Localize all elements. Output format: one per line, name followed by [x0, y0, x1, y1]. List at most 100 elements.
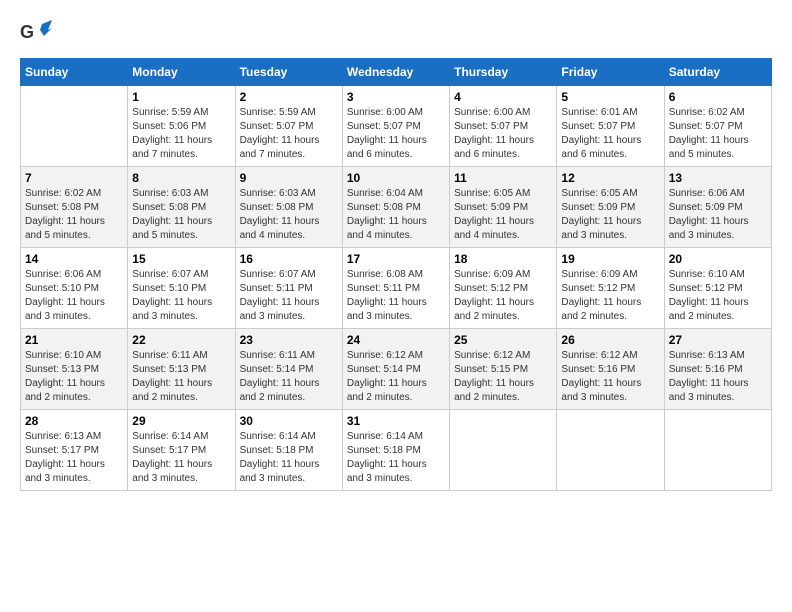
day-info: Sunrise: 6:09 AMSunset: 5:12 PMDaylight:… — [454, 268, 552, 324]
calendar-cell — [557, 410, 664, 491]
day-number: 2 — [240, 90, 338, 104]
day-number: 22 — [132, 333, 230, 347]
day-info: Sunrise: 6:06 AMSunset: 5:09 PMDaylight:… — [669, 187, 767, 243]
calendar-cell: 18 Sunrise: 6:09 AMSunset: 5:12 PMDayligh… — [450, 248, 557, 329]
day-info: Sunrise: 6:05 AMSunset: 5:09 PMDaylight:… — [561, 187, 659, 243]
day-info: Sunrise: 5:59 AMSunset: 5:06 PMDaylight:… — [132, 106, 230, 162]
day-number: 29 — [132, 414, 230, 428]
calendar-cell: 7 Sunrise: 6:02 AMSunset: 5:08 PMDaylight… — [21, 167, 128, 248]
day-info: Sunrise: 6:13 AMSunset: 5:17 PMDaylight:… — [25, 430, 123, 486]
day-number: 13 — [669, 171, 767, 185]
day-info: Sunrise: 6:06 AMSunset: 5:10 PMDaylight:… — [25, 268, 123, 324]
day-info: Sunrise: 6:08 AMSunset: 5:11 PMDaylight:… — [347, 268, 445, 324]
day-number: 8 — [132, 171, 230, 185]
day-number: 11 — [454, 171, 552, 185]
day-info: Sunrise: 6:02 AMSunset: 5:08 PMDaylight:… — [25, 187, 123, 243]
day-info: Sunrise: 6:10 AMSunset: 5:12 PMDaylight:… — [669, 268, 767, 324]
calendar-cell: 30Sunrise: 6:14 AMSunset: 5:18 PMDayligh… — [235, 410, 342, 491]
calendar-cell: 14Sunrise: 6:06 AMSunset: 5:10 PMDayligh… — [21, 248, 128, 329]
day-number: 20 — [669, 252, 767, 266]
calendar-cell: 22 Sunrise: 6:11 AMSunset: 5:13 PMDayligh… — [128, 329, 235, 410]
day-number: 27 — [669, 333, 767, 347]
day-number: 9 — [240, 171, 338, 185]
svg-text:G: G — [20, 22, 34, 42]
day-info: Sunrise: 6:02 AMSunset: 5:07 PMDaylight:… — [669, 106, 767, 162]
day-number: 25 — [454, 333, 552, 347]
calendar-cell: 5 Sunrise: 6:01 AMSunset: 5:07 PMDaylight… — [557, 86, 664, 167]
logo: G — [20, 20, 56, 48]
calendar-cell: 9 Sunrise: 6:03 AMSunset: 5:08 PMDaylight… — [235, 167, 342, 248]
calendar-cell: 10 Sunrise: 6:04 AMSunset: 5:08 PMDayligh… — [342, 167, 449, 248]
weekday-header: Wednesday — [342, 59, 449, 86]
calendar-cell: 20 Sunrise: 6:10 AMSunset: 5:12 PMDayligh… — [664, 248, 771, 329]
day-info: Sunrise: 6:04 AMSunset: 5:08 PMDaylight:… — [347, 187, 445, 243]
day-number: 24 — [347, 333, 445, 347]
calendar-cell: 17 Sunrise: 6:08 AMSunset: 5:11 PMDayligh… — [342, 248, 449, 329]
calendar-week-row: 14Sunrise: 6:06 AMSunset: 5:10 PMDayligh… — [21, 248, 772, 329]
calendar-cell: 6 Sunrise: 6:02 AMSunset: 5:07 PMDaylight… — [664, 86, 771, 167]
calendar-cell: 12Sunrise: 6:05 AMSunset: 5:09 PMDayligh… — [557, 167, 664, 248]
calendar-cell: 16 Sunrise: 6:07 AMSunset: 5:11 PMDayligh… — [235, 248, 342, 329]
day-number: 28 — [25, 414, 123, 428]
day-number: 3 — [347, 90, 445, 104]
day-info: Sunrise: 6:14 AMSunset: 5:18 PMDaylight:… — [347, 430, 445, 486]
calendar-week-row: 1 Sunrise: 5:59 AMSunset: 5:06 PMDaylight… — [21, 86, 772, 167]
day-number: 5 — [561, 90, 659, 104]
day-info: Sunrise: 6:10 AMSunset: 5:13 PMDaylight:… — [25, 349, 123, 405]
calendar-cell: 21Sunrise: 6:10 AMSunset: 5:13 PMDayligh… — [21, 329, 128, 410]
calendar-cell: 31 Sunrise: 6:14 AMSunset: 5:18 PMDayligh… — [342, 410, 449, 491]
day-info: Sunrise: 6:12 AMSunset: 5:15 PMDaylight:… — [454, 349, 552, 405]
calendar-cell: 24 Sunrise: 6:12 AMSunset: 5:14 PMDayligh… — [342, 329, 449, 410]
day-info: Sunrise: 6:12 AMSunset: 5:14 PMDaylight:… — [347, 349, 445, 405]
day-number: 7 — [25, 171, 123, 185]
calendar-cell: 26 Sunrise: 6:12 AMSunset: 5:16 PMDayligh… — [557, 329, 664, 410]
day-number: 30 — [240, 414, 338, 428]
day-info: Sunrise: 6:13 AMSunset: 5:16 PMDaylight:… — [669, 349, 767, 405]
day-info: Sunrise: 6:03 AMSunset: 5:08 PMDaylight:… — [240, 187, 338, 243]
day-number: 18 — [454, 252, 552, 266]
calendar-cell: 27 Sunrise: 6:13 AMSunset: 5:16 PMDayligh… — [664, 329, 771, 410]
day-info: Sunrise: 6:07 AMSunset: 5:11 PMDaylight:… — [240, 268, 338, 324]
day-info: Sunrise: 6:11 AMSunset: 5:13 PMDaylight:… — [132, 349, 230, 405]
day-number: 26 — [561, 333, 659, 347]
weekday-header: Friday — [557, 59, 664, 86]
calendar-cell: 3Sunrise: 6:00 AMSunset: 5:07 PMDaylight… — [342, 86, 449, 167]
weekday-header: Tuesday — [235, 59, 342, 86]
calendar-header-row: SundayMondayTuesdayWednesdayThursdayFrid… — [21, 59, 772, 86]
day-number: 4 — [454, 90, 552, 104]
calendar-cell: 13 Sunrise: 6:06 AMSunset: 5:09 PMDayligh… — [664, 167, 771, 248]
logo-icon: G — [20, 20, 52, 48]
day-info: Sunrise: 6:00 AMSunset: 5:07 PMDaylight:… — [454, 106, 552, 162]
calendar-cell — [664, 410, 771, 491]
weekday-header: Thursday — [450, 59, 557, 86]
weekday-header: Sunday — [21, 59, 128, 86]
day-number: 19 — [561, 252, 659, 266]
calendar-cell: 23 Sunrise: 6:11 AMSunset: 5:14 PMDayligh… — [235, 329, 342, 410]
day-number: 1 — [132, 90, 230, 104]
day-info: Sunrise: 6:14 AMSunset: 5:17 PMDaylight:… — [132, 430, 230, 486]
calendar-cell: 25 Sunrise: 6:12 AMSunset: 5:15 PMDayligh… — [450, 329, 557, 410]
day-info: Sunrise: 6:09 AMSunset: 5:12 PMDaylight:… — [561, 268, 659, 324]
calendar-week-row: 21Sunrise: 6:10 AMSunset: 5:13 PMDayligh… — [21, 329, 772, 410]
day-info: Sunrise: 6:11 AMSunset: 5:14 PMDaylight:… — [240, 349, 338, 405]
day-number: 23 — [240, 333, 338, 347]
day-number: 10 — [347, 171, 445, 185]
day-number: 16 — [240, 252, 338, 266]
day-info: Sunrise: 6:12 AMSunset: 5:16 PMDaylight:… — [561, 349, 659, 405]
day-info: Sunrise: 5:59 AMSunset: 5:07 PMDaylight:… — [240, 106, 338, 162]
day-number: 17 — [347, 252, 445, 266]
calendar-week-row: 28 Sunrise: 6:13 AMSunset: 5:17 PMDayligh… — [21, 410, 772, 491]
calendar-cell: 2 Sunrise: 5:59 AMSunset: 5:07 PMDaylight… — [235, 86, 342, 167]
weekday-header: Saturday — [664, 59, 771, 86]
day-number: 6 — [669, 90, 767, 104]
calendar-cell: 8Sunrise: 6:03 AMSunset: 5:08 PMDaylight… — [128, 167, 235, 248]
day-info: Sunrise: 6:01 AMSunset: 5:07 PMDaylight:… — [561, 106, 659, 162]
day-number: 15 — [132, 252, 230, 266]
calendar-week-row: 7 Sunrise: 6:02 AMSunset: 5:08 PMDaylight… — [21, 167, 772, 248]
calendar-cell: 4 Sunrise: 6:00 AMSunset: 5:07 PMDaylight… — [450, 86, 557, 167]
page-header: G — [20, 20, 772, 48]
day-number: 31 — [347, 414, 445, 428]
calendar-cell: 1 Sunrise: 5:59 AMSunset: 5:06 PMDaylight… — [128, 86, 235, 167]
calendar: SundayMondayTuesdayWednesdayThursdayFrid… — [20, 58, 772, 491]
day-info: Sunrise: 6:07 AMSunset: 5:10 PMDaylight:… — [132, 268, 230, 324]
